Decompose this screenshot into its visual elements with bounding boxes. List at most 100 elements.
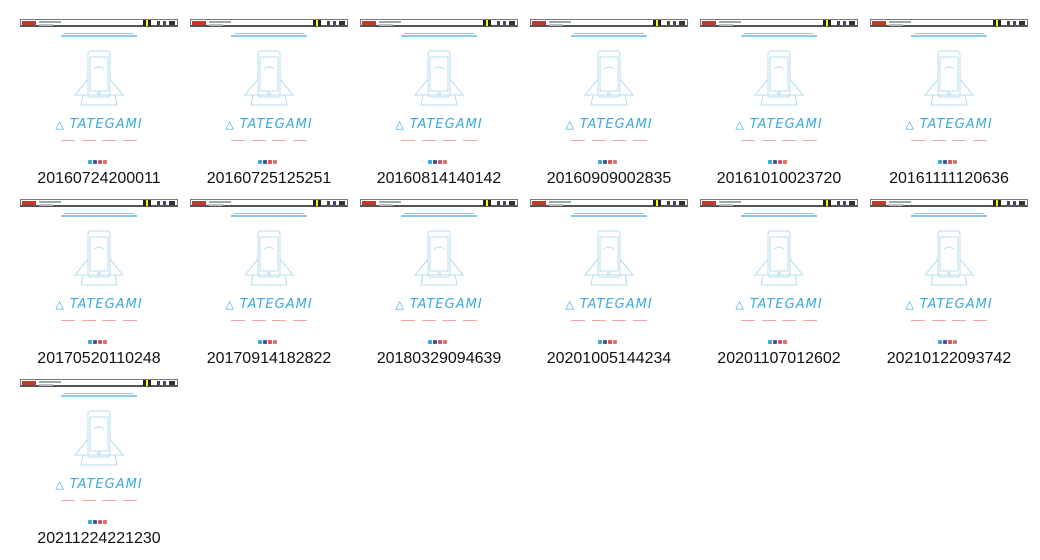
snapshot-thumbnail[interactable]: △ TATEGAMI 20201107012602 [700,199,858,371]
snapshot-thumbnail[interactable]: △ TATEGAMI 20161010023720 [700,19,858,191]
logo-text: TATEGAMI [409,297,483,312]
toolbar-controls-icon [1007,201,1025,205]
youtube-icon [948,160,952,164]
triangle-logo-icon: △ [395,298,405,311]
wayback-toolbar [20,379,178,387]
snapshot-timestamp-label[interactable]: 20160724200011 [4,170,194,188]
snapshot-thumbnail[interactable]: △ TATEGAMI 20160909002835 [530,19,688,191]
snapshot-timestamp-label[interactable]: 20170520110248 [4,350,194,368]
snapshot-preview[interactable]: △ TATEGAMI [20,199,178,344]
snapshot-timestamp-label[interactable]: 20160814140142 [344,170,534,188]
youtube-icon [778,160,782,164]
snapshot-thumbnail[interactable]: △ TATEGAMI 20180329094639 [360,199,518,371]
wayback-toolbar [190,19,348,27]
snapshot-preview[interactable]: △ TATEGAMI [700,199,858,344]
phone-illustration [579,229,639,287]
triangle-logo-icon: △ [55,118,65,131]
snapshot-preview[interactable]: △ TATEGAMI [190,19,348,164]
wayback-toolbar [20,199,178,207]
snapshot-thumbnail[interactable]: △ TATEGAMI 20210122093742 [870,199,1028,371]
youtube-icon [778,340,782,344]
url-line [889,201,911,203]
wayback-logo-icon [532,21,546,25]
wayback-logo-icon [362,201,376,205]
url-line [39,384,53,386]
wayback-toolbar [700,199,858,207]
snapshot-timestamp-label[interactable]: 20160725125251 [174,170,364,188]
url-line [379,21,401,23]
tagline-lines [700,32,858,38]
snapshot-thumbnail[interactable]: △ TATEGAMI 20170520110248 [20,199,178,371]
toolbar-controls-icon [497,201,515,205]
wayback-toolbar [20,19,178,27]
tagline-lines [20,32,178,38]
social-icons [88,151,112,164]
youtube-icon [98,520,102,524]
snapshot-preview[interactable]: △ TATEGAMI [870,19,1028,164]
snapshot-preview[interactable]: △ TATEGAMI [870,199,1028,344]
snapshot-preview[interactable]: △ TATEGAMI [530,19,688,164]
snapshot-thumbnail[interactable]: △ TATEGAMI 20160725125251 [190,19,348,191]
toolbar-controls-icon [837,21,855,25]
url-line [209,204,223,206]
url-line [549,201,571,203]
snapshot-thumbnail[interactable]: △ TATEGAMI 20161111120636 [870,19,1028,191]
snapshot-timestamp-label[interactable]: 20211224221230 [4,530,194,548]
url-line [39,21,61,23]
snapshot-preview[interactable]: △ TATEGAMI [190,199,348,344]
social-icons [768,331,792,344]
phone-illustration [579,49,639,107]
phone-illustration [919,229,979,287]
phone-illustration [239,229,299,287]
snapshot-preview[interactable]: △ TATEGAMI [360,19,518,164]
tagline-lines [530,32,688,38]
triangle-logo-icon: △ [565,118,575,131]
logo-text: TATEGAMI [239,297,313,312]
snapshot-thumbnail[interactable]: △ TATEGAMI 20160724200011 [20,19,178,191]
url-line [39,201,61,203]
snapshot-timestamp-label[interactable]: 20161010023720 [684,170,874,188]
site-logo: △ TATEGAMI [530,297,688,312]
logo-text: TATEGAMI [579,297,653,312]
snapshot-preview[interactable]: △ TATEGAMI [700,19,858,164]
snapshot-thumbnail[interactable]: △ TATEGAMI 20160814140142 [360,19,518,191]
snapshot-timestamp-label[interactable]: 20161111120636 [854,170,1040,188]
url-line [549,21,571,23]
youtube-icon [948,340,952,344]
snapshot-timestamp-label[interactable]: 20201107012602 [684,350,874,368]
youtube-icon [98,160,102,164]
snapshot-timestamp-label[interactable]: 20160909002835 [514,170,704,188]
snapshot-thumbnail[interactable]: △ TATEGAMI 20211224221230 [20,379,178,551]
social-icons [258,331,282,344]
triangle-logo-icon: △ [395,118,405,131]
snapshot-timestamp-label[interactable]: 20210122093742 [854,350,1040,368]
snapshot-timestamp-label[interactable]: 20201005144234 [514,350,704,368]
snapshot-preview[interactable]: △ TATEGAMI [360,199,518,344]
snapshot-timestamp-label[interactable]: 20170914182822 [174,350,364,368]
footer-menu [700,318,858,322]
phone-illustration [749,49,809,107]
toolbar-controls-icon [667,201,685,205]
snapshot-thumbnail[interactable]: △ TATEGAMI 20170914182822 [190,199,348,371]
site-logo: △ TATEGAMI [700,117,858,132]
twitter-icon [598,160,602,164]
calendar-icon [823,20,831,26]
url-line [39,24,53,26]
calendar-icon [313,200,321,206]
wayback-toolbar [360,19,518,27]
snapshot-preview[interactable]: △ TATEGAMI [20,379,178,524]
wayback-toolbar [870,199,1028,207]
footer-menu [700,138,858,142]
snapshot-thumbnail[interactable]: △ TATEGAMI 20201005144234 [530,199,688,371]
footer-menu [190,318,348,322]
toolbar-controls-icon [157,21,175,25]
snapshot-preview[interactable]: △ TATEGAMI [20,19,178,164]
phone-illustration [919,49,979,107]
instagram-icon [613,160,617,164]
instagram-icon [443,160,447,164]
url-line [379,24,393,26]
wayback-logo-icon [192,201,206,205]
url-line [719,204,733,206]
snapshot-timestamp-label[interactable]: 20180329094639 [344,350,534,368]
snapshot-preview[interactable]: △ TATEGAMI [530,199,688,344]
